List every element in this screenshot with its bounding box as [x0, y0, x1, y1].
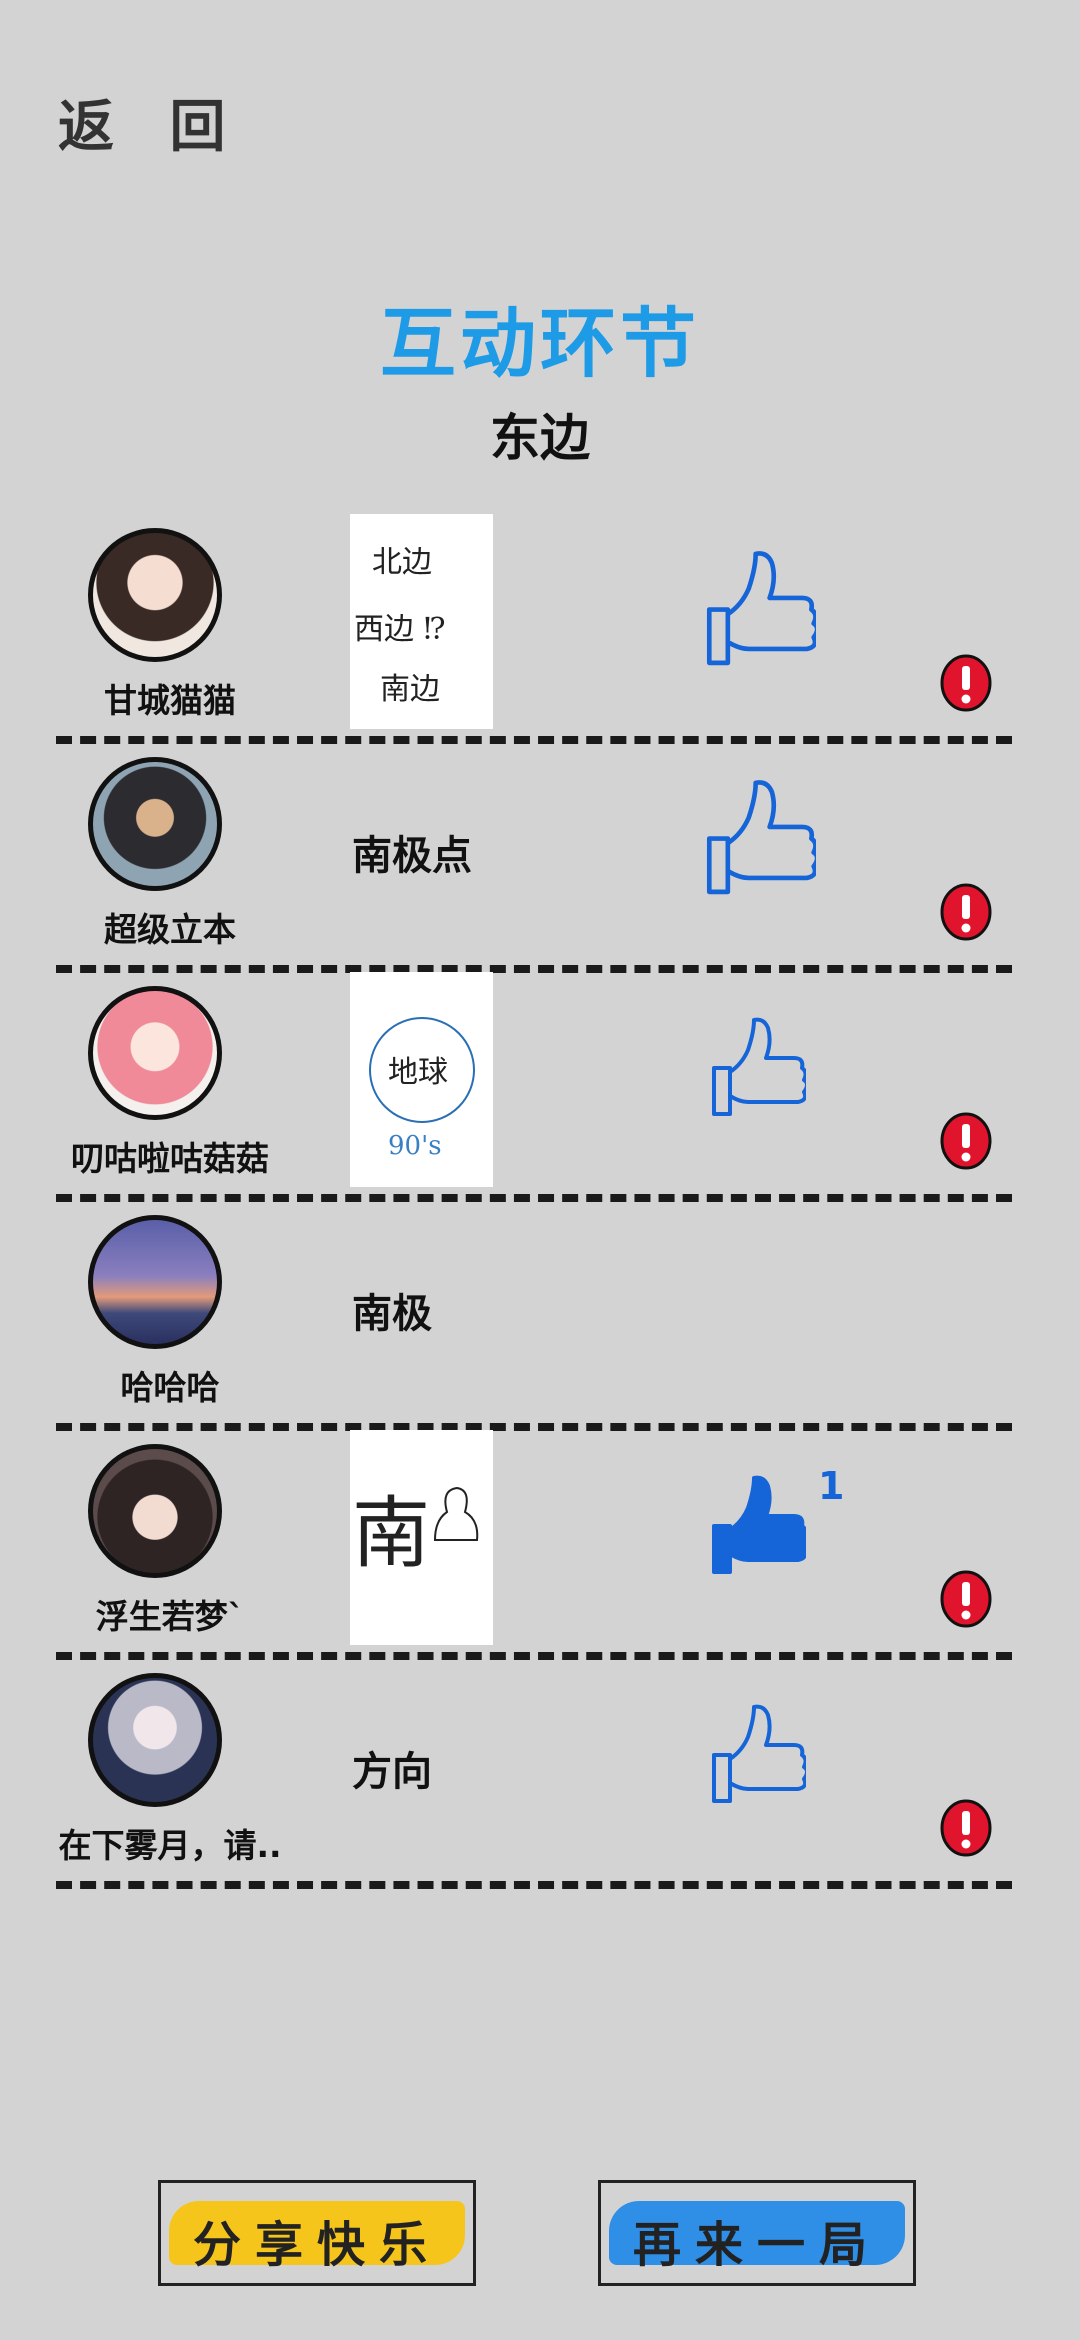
- player-name: 哈哈哈: [120, 1368, 220, 1407]
- avatar[interactable]: [88, 757, 222, 891]
- avatar[interactable]: [88, 1673, 222, 1807]
- player-row: 哈哈哈 南极: [0, 1201, 1080, 1431]
- page-title: 互动环节: [380, 299, 700, 388]
- player-name: 叨咕啦咕菇菇: [71, 1139, 269, 1178]
- divider: [56, 1881, 1012, 1889]
- share-button[interactable]: 分享快乐: [158, 2180, 476, 2286]
- play-again-button[interactable]: 再来一局: [598, 2180, 916, 2286]
- play-again-button-label: 再来一局: [632, 2217, 881, 2273]
- player-name: 甘城猫猫: [104, 681, 236, 720]
- avatar[interactable]: [88, 528, 222, 662]
- report-icon[interactable]: [940, 1112, 992, 1170]
- like-thumb-icon[interactable]: [700, 549, 816, 677]
- drawing-text: 地球: [388, 1055, 448, 1090]
- like-thumb-icon[interactable]: [706, 1016, 806, 1126]
- drawing-card[interactable]: 地球 90's: [350, 972, 493, 1187]
- drawing-card[interactable]: 南: [350, 1430, 493, 1645]
- player-name: 超级立本: [104, 910, 236, 949]
- answer-text: 方向: [352, 1749, 432, 1795]
- drawing-text: 南边: [380, 672, 440, 707]
- report-icon[interactable]: [940, 654, 992, 712]
- avatar[interactable]: [88, 1215, 222, 1349]
- drawing-text: 南: [352, 1489, 430, 1579]
- like-thumb-icon[interactable]: [706, 1703, 806, 1813]
- share-button-label: 分享快乐: [192, 2217, 441, 2273]
- report-icon[interactable]: [940, 1570, 992, 1628]
- answer-text: 南极: [352, 1291, 432, 1337]
- drawing-card[interactable]: 北边 西边 ⁉ 南边: [350, 514, 493, 729]
- player-row: 浮生若梦` 南 1: [0, 1430, 1080, 1660]
- back-button[interactable]: 返 回: [58, 82, 244, 163]
- like-thumb-icon-filled[interactable]: [706, 1474, 806, 1584]
- player-row: 叨咕啦咕菇菇 地球 90's: [0, 972, 1080, 1202]
- report-icon[interactable]: [940, 1799, 992, 1857]
- drawing-text: 北边: [372, 545, 432, 580]
- avatar[interactable]: [88, 1444, 222, 1578]
- avatar[interactable]: [88, 986, 222, 1120]
- drawing-text: 90's: [388, 1131, 442, 1161]
- answer-word: 东边: [490, 409, 590, 467]
- like-count: 1: [818, 1464, 845, 1508]
- player-row: 超级立本 南极点: [0, 743, 1080, 973]
- player-name: 在下雾月，请..: [58, 1826, 282, 1865]
- player-row: 甘城猫猫 北边 西边 ⁉ 南边: [0, 514, 1080, 744]
- report-icon[interactable]: [940, 883, 992, 941]
- answer-text: 南极点: [352, 833, 472, 879]
- player-row: 在下雾月，请.. 方向: [0, 1659, 1080, 1889]
- like-thumb-icon[interactable]: [700, 778, 816, 906]
- player-name: 浮生若梦`: [95, 1597, 245, 1636]
- drawing-text: 西边 ⁉: [354, 612, 446, 647]
